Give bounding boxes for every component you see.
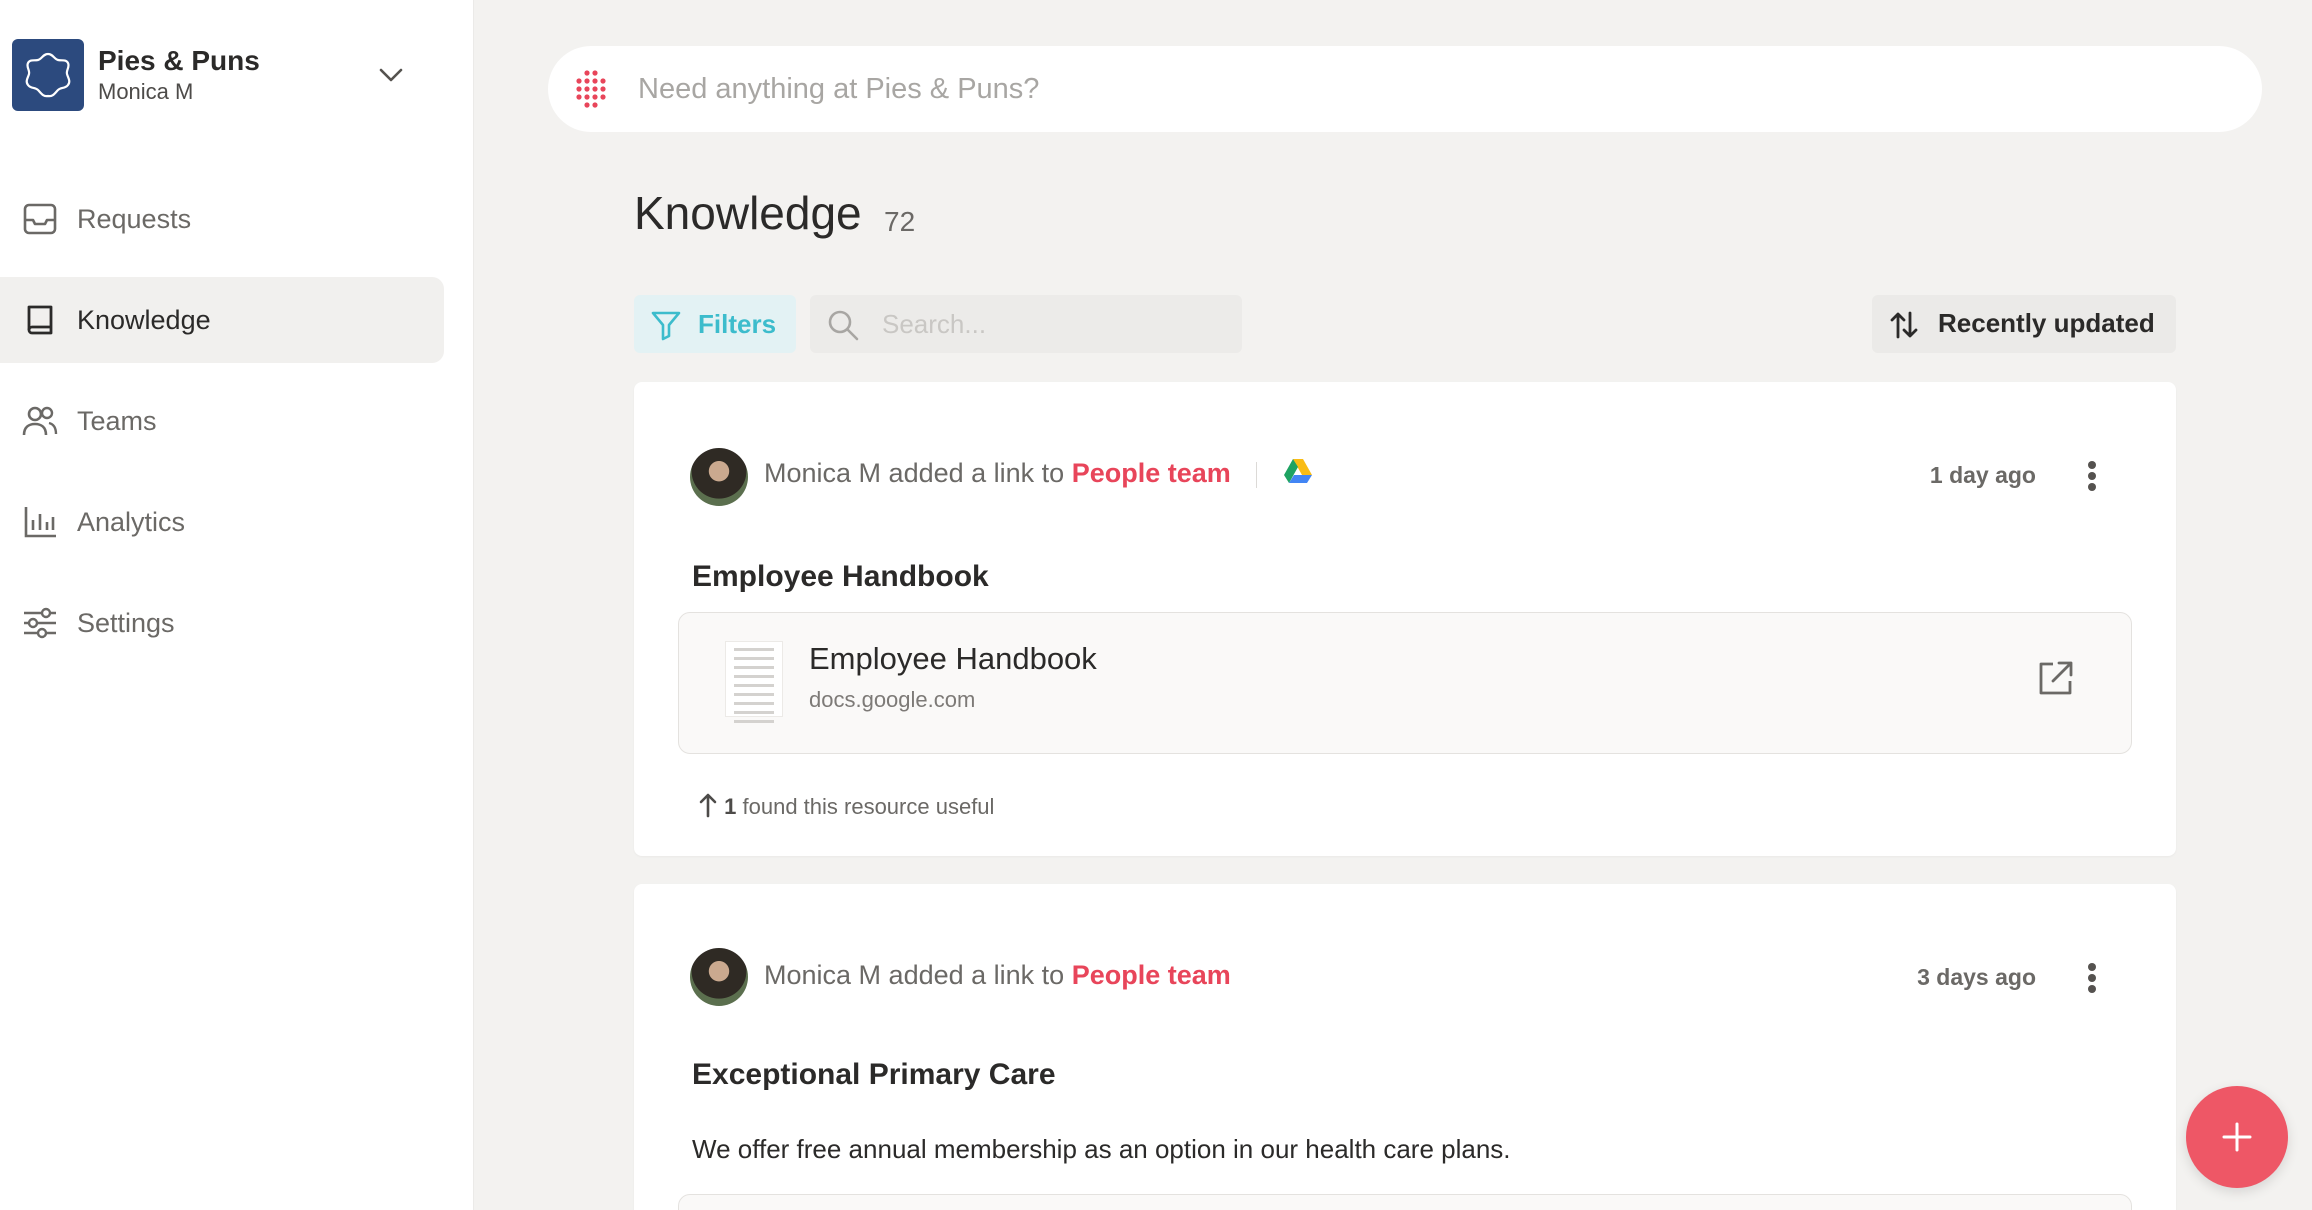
knowledge-search-placeholder: Search...: [882, 309, 987, 339]
google-drive-icon: [1283, 458, 1313, 491]
workspace-name: Pies & Puns: [98, 45, 260, 76]
sidebar-item-settings[interactable]: Settings: [0, 580, 444, 666]
sidebar-item-requests[interactable]: Requests: [0, 176, 444, 262]
document-thumbnail-icon: [725, 641, 783, 723]
card-description: We offer free annual membership as an op…: [692, 1134, 1511, 1164]
card-action: added a link to: [888, 458, 1065, 488]
users-icon: [22, 403, 58, 439]
sort-label: Recently updated: [1938, 308, 2155, 338]
workspace-user: Monica M: [98, 79, 194, 104]
card-timestamp: 3 days ago: [1917, 964, 2036, 990]
sidebar: Pies & Puns Monica M Requests Knowledge …: [0, 0, 474, 1210]
card-title[interactable]: Employee Handbook: [692, 560, 989, 594]
sort-button[interactable]: Recently updated: [1872, 295, 2176, 353]
useful-text: found this resource useful: [742, 794, 995, 819]
card-timestamp: 1 day ago: [1929, 462, 2036, 488]
team-link[interactable]: People team: [1072, 960, 1231, 990]
workspace-switcher[interactable]: Pies & Puns Monica M: [12, 38, 442, 112]
page-count: 72: [884, 206, 916, 237]
global-search-placeholder: Need anything at Pies & Puns?: [638, 72, 1040, 105]
sidebar-item-label: Settings: [77, 607, 175, 638]
workspace-logo-icon: [12, 39, 84, 111]
card-author: Monica M: [764, 960, 882, 990]
inbox-icon: [22, 201, 58, 237]
useful-number: 1: [724, 794, 737, 819]
sidebar-item-label: Teams: [77, 405, 157, 436]
sidebar-item-analytics[interactable]: Analytics: [0, 479, 444, 565]
knowledge-card[interactable]: Monica M added a link to People team 3 d…: [634, 884, 2176, 1210]
knowledge-search-input[interactable]: Search...: [810, 295, 1242, 353]
useful-count[interactable]: 1 found this resource useful: [698, 792, 994, 820]
link-preview[interactable]: Employee Handbook docs.google.com: [678, 612, 2132, 754]
card-action: added a link to: [888, 960, 1065, 990]
sidebar-item-knowledge[interactable]: Knowledge: [0, 277, 444, 363]
card-meta: Monica M added a link to People team: [764, 960, 1231, 991]
filter-icon: [650, 309, 682, 346]
sidebar-nav: Requests Knowledge Teams Analytics Setti…: [0, 176, 444, 681]
search-icon: [826, 308, 860, 347]
app-logo-icon: [572, 68, 614, 115]
chevron-down-icon[interactable]: [376, 60, 406, 95]
sidebar-item-label: Knowledge: [77, 304, 211, 335]
link-title: Employee Handbook: [809, 641, 1097, 676]
knowledge-card[interactable]: Monica M added a link to People team 1 d…: [634, 382, 2176, 856]
add-button[interactable]: [2186, 1086, 2288, 1188]
bar-chart-icon: [22, 504, 58, 540]
sidebar-item-teams[interactable]: Teams: [0, 378, 444, 464]
filters-button[interactable]: Filters: [634, 295, 796, 353]
card-title[interactable]: Exceptional Primary Care: [692, 1058, 1056, 1092]
plus-icon: [2222, 1122, 2252, 1152]
filters-label: Filters: [698, 308, 777, 339]
external-link-icon[interactable]: [2035, 659, 2075, 704]
more-options-icon[interactable]: [2086, 960, 2098, 996]
avatar: [690, 448, 748, 506]
sidebar-item-label: Analytics: [77, 506, 186, 537]
more-options-icon[interactable]: [2086, 458, 2098, 494]
card-meta: Monica M added a link to People team: [764, 458, 1313, 491]
book-icon: [22, 302, 58, 338]
sort-icon: [1888, 309, 1920, 346]
team-link[interactable]: People team: [1072, 458, 1231, 488]
divider: [1256, 461, 1258, 488]
global-search-bar[interactable]: Need anything at Pies & Puns?: [548, 46, 2262, 132]
sliders-icon: [22, 605, 58, 641]
link-host: docs.google.com: [809, 687, 976, 712]
avatar: [690, 948, 748, 1006]
link-preview[interactable]: [678, 1194, 2132, 1210]
sidebar-item-label: Requests: [77, 203, 192, 234]
page-title: Knowledge: [634, 187, 862, 239]
card-author: Monica M: [764, 458, 882, 488]
